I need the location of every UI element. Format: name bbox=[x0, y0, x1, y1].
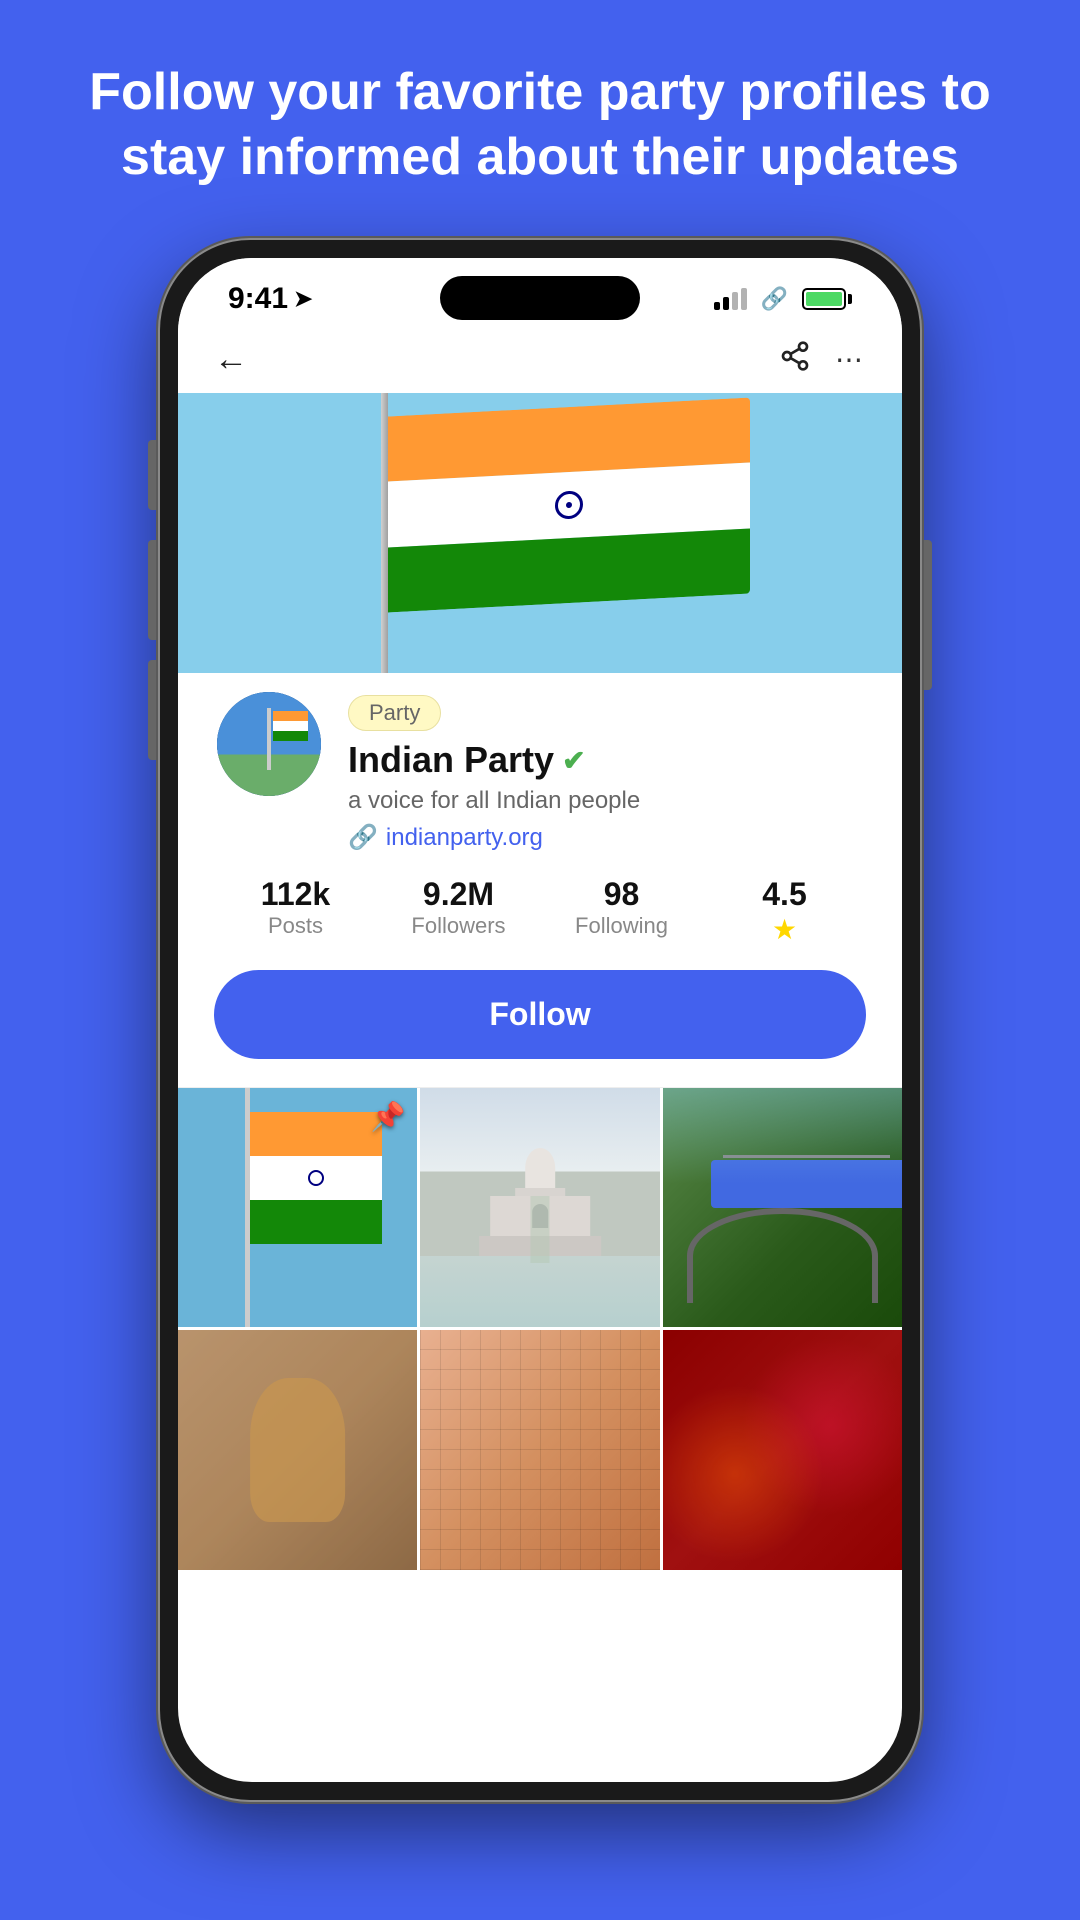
volume-up-button bbox=[148, 540, 156, 640]
stats-row: 112k Posts 9.2M Followers 98 Following 4… bbox=[214, 876, 866, 946]
link-icon: 🔗 bbox=[348, 823, 378, 852]
profile-info: Party Indian Party ✔ a voice for all Ind… bbox=[348, 689, 866, 852]
grid-item[interactable] bbox=[420, 1088, 659, 1327]
phone-mockup: 9:41 ➤ 🔗 bbox=[160, 240, 920, 1800]
location-arrow-icon: ➤ bbox=[294, 286, 312, 312]
status-icons: 🔗 bbox=[714, 286, 852, 312]
time-display: 9:41 bbox=[228, 282, 288, 316]
grid-item[interactable] bbox=[178, 1330, 417, 1569]
stat-followers: 9.2M Followers bbox=[377, 876, 540, 946]
party-badge: Party bbox=[348, 695, 441, 731]
link-icon: 🔗 bbox=[761, 286, 788, 312]
posts-label: Posts bbox=[268, 913, 323, 938]
grid-item[interactable] bbox=[663, 1088, 902, 1327]
pin-icon: 📌 bbox=[370, 1100, 405, 1133]
avatar bbox=[214, 689, 324, 799]
following-label: Following bbox=[575, 913, 668, 938]
followers-label: Followers bbox=[411, 913, 505, 938]
following-count: 98 bbox=[540, 876, 703, 913]
stat-following: 98 Following bbox=[540, 876, 703, 946]
profile-section: Party Indian Party ✔ a voice for all Ind… bbox=[178, 673, 902, 1087]
signal-icon bbox=[714, 288, 747, 310]
website-url: indianparty.org bbox=[386, 824, 543, 852]
profile-bio: a voice for all Indian people bbox=[348, 787, 866, 815]
grid-item[interactable] bbox=[663, 1330, 902, 1569]
app-navbar: ← ⋯ bbox=[178, 326, 902, 393]
phone-screen: 9:41 ➤ 🔗 bbox=[178, 258, 902, 1782]
grid-item[interactable]: 📌 bbox=[178, 1088, 417, 1327]
profile-top: Party Indian Party ✔ a voice for all Ind… bbox=[214, 673, 866, 852]
battery-icon bbox=[802, 288, 852, 310]
cover-image bbox=[178, 393, 902, 673]
posts-grid: 📌 bbox=[178, 1088, 902, 1570]
rating-value: 4.5 bbox=[703, 876, 866, 913]
stat-posts: 112k Posts bbox=[214, 876, 377, 946]
volume-down-button bbox=[148, 660, 156, 760]
verified-icon: ✔ bbox=[562, 744, 585, 777]
star-icon: ★ bbox=[772, 913, 797, 946]
grid-item[interactable] bbox=[420, 1330, 659, 1569]
more-options-button[interactable]: ⋯ bbox=[835, 343, 866, 376]
share-button[interactable] bbox=[779, 340, 811, 379]
power-button bbox=[924, 540, 932, 690]
stat-rating: 4.5 ★ bbox=[703, 876, 866, 946]
name-text: Indian Party bbox=[348, 739, 554, 781]
back-button[interactable]: ← bbox=[214, 340, 248, 379]
phone-frame: 9:41 ➤ 🔗 bbox=[160, 240, 920, 1800]
posts-count: 112k bbox=[214, 876, 377, 913]
profile-name: Indian Party ✔ bbox=[348, 739, 866, 781]
dynamic-island bbox=[440, 276, 640, 320]
profile-link[interactable]: 🔗 indianparty.org bbox=[348, 823, 866, 852]
status-time: 9:41 ➤ bbox=[228, 282, 312, 316]
follow-button[interactable]: Follow bbox=[214, 970, 866, 1059]
followers-count: 9.2M bbox=[377, 876, 540, 913]
headline: Follow your favorite party profiles to s… bbox=[0, 0, 1080, 230]
nav-icons-right: ⋯ bbox=[779, 340, 866, 379]
